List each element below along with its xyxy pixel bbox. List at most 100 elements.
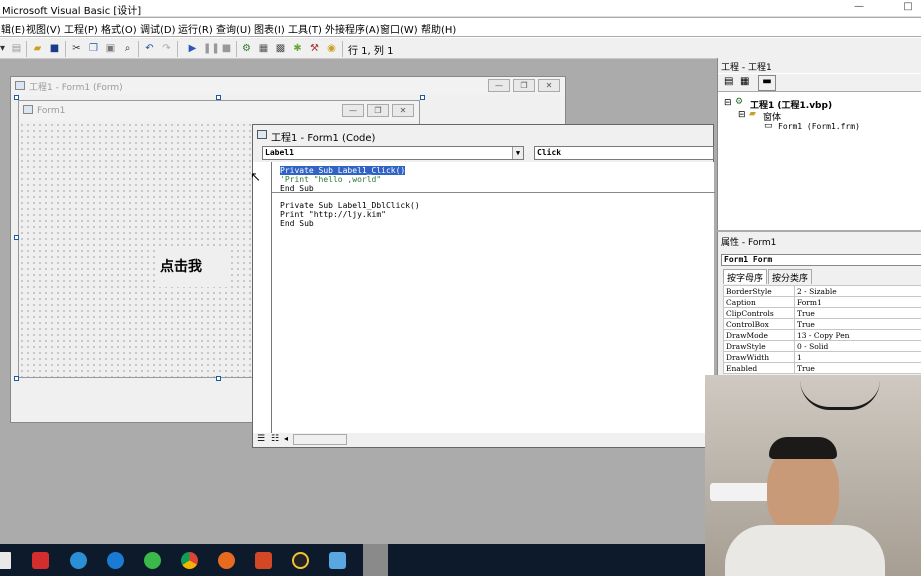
edge-icon[interactable]: [107, 552, 124, 569]
resize-handle[interactable]: [216, 95, 221, 100]
code-line[interactable]: Print "http://ljy.kim": [280, 210, 386, 219]
code-gutter: ↖: [250, 162, 271, 433]
code-editor[interactable]: Private Sub Label1_Click() 'Print "hello…: [271, 162, 715, 433]
resize-handle[interactable]: [14, 376, 19, 381]
menu-run[interactable]: 运行(R): [178, 21, 213, 36]
toggle-folders-icon[interactable]: ▬: [758, 75, 776, 91]
menu-diagram[interactable]: 图表(I): [254, 21, 285, 36]
youdao-icon[interactable]: [32, 552, 49, 569]
chevron-down-icon[interactable]: ▼: [512, 147, 523, 159]
property-value[interactable]: 13 - Copy Pen: [794, 329, 921, 341]
maximize-button[interactable]: □: [897, 0, 919, 16]
dropdown-arrow-icon[interactable]: ▾: [0, 42, 9, 55]
property-row[interactable]: DrawWidth 1: [723, 351, 921, 363]
menu-project[interactable]: 工程(P): [64, 21, 98, 36]
property-row[interactable]: DrawStyle 0 - Solid: [723, 340, 921, 352]
project-explorer-icon[interactable]: ⚙: [240, 42, 253, 55]
redo-icon[interactable]: ↷: [160, 42, 173, 55]
tree-collapse-icon[interactable]: ⊟: [724, 98, 732, 108]
property-value[interactable]: True: [794, 318, 921, 330]
break-icon[interactable]: ❚❚: [203, 42, 220, 55]
property-row[interactable]: ControlBox True: [723, 318, 921, 330]
code-line[interactable]: End Sub: [280, 219, 314, 228]
code-line[interactable]: Private Sub Label1_Click(): [280, 166, 406, 175]
paste-icon[interactable]: ▣: [104, 42, 117, 55]
object-combo[interactable]: Label1 ▼: [262, 146, 524, 160]
open-folder-icon[interactable]: ▰: [31, 42, 44, 55]
tab-alphabetic[interactable]: 按字母序: [723, 269, 768, 284]
file-explorer-icon[interactable]: [0, 552, 11, 569]
properties-window-icon[interactable]: ▦: [257, 42, 270, 55]
property-value[interactable]: 2 - Sizable: [794, 285, 921, 297]
chrome-icon[interactable]: [181, 552, 198, 569]
property-value[interactable]: True: [794, 362, 921, 374]
minimize-button[interactable]: —: [848, 0, 870, 16]
scroll-left-icon[interactable]: ◂: [284, 434, 288, 443]
menu-help[interactable]: 帮助(H): [421, 21, 456, 36]
resize-handle[interactable]: [14, 95, 19, 100]
procedure-combo-value: Click: [537, 148, 562, 157]
property-row[interactable]: ClipControls True: [723, 307, 921, 319]
property-value[interactable]: 0 - Solid: [794, 340, 921, 352]
menu-format[interactable]: 格式(O): [101, 21, 137, 36]
restore-button: ❐: [367, 104, 389, 117]
end-icon[interactable]: ■: [220, 42, 233, 55]
object-browser-icon[interactable]: ✱: [291, 42, 304, 55]
toolbox-icon[interactable]: ⚒: [308, 42, 321, 55]
property-value[interactable]: 1: [794, 351, 921, 363]
qq-icon[interactable]: [292, 552, 309, 569]
code-line-comment[interactable]: 'Print "hello ,world": [280, 175, 381, 184]
label1-control[interactable]: 点击我: [155, 247, 231, 287]
vb-icon[interactable]: [363, 544, 388, 576]
procedure-combo[interactable]: Click: [534, 146, 714, 160]
find-icon[interactable]: ⌕: [121, 42, 134, 55]
tree-collapse-icon[interactable]: ⊟: [738, 110, 746, 120]
full-module-view-icon[interactable]: ☷: [271, 434, 279, 444]
menu-editor-icon[interactable]: ▤: [10, 42, 23, 55]
property-row[interactable]: Enabled True: [723, 362, 921, 374]
menu-window[interactable]: 窗口(W): [380, 21, 418, 36]
view-object-icon[interactable]: ▦: [740, 76, 749, 87]
property-value[interactable]: True: [794, 307, 921, 319]
property-row[interactable]: Caption Form1: [723, 296, 921, 308]
360-icon[interactable]: [144, 552, 161, 569]
code-icon: [257, 130, 267, 139]
resize-handle[interactable]: [14, 235, 19, 240]
code-line[interactable]: Private Sub Label1_DblClick(): [280, 201, 420, 210]
menu-addins[interactable]: 外接程序(A): [325, 21, 380, 36]
procedure-view-icon[interactable]: ☰: [257, 434, 265, 444]
undo-icon[interactable]: ↶: [143, 42, 156, 55]
menu-view[interactable]: 视图(V): [26, 21, 61, 36]
code-window[interactable]: 工程1 - Form1 (Code) Label1 ▼ Click ↖ Priv…: [250, 124, 715, 448]
menu-tools[interactable]: 工具(T): [288, 21, 322, 36]
property-row[interactable]: BorderStyle 2 - Sizable: [723, 285, 921, 297]
minimize-button[interactable]: —: [488, 79, 510, 92]
menu-query[interactable]: 查询(U): [216, 21, 251, 36]
remote-desktop-icon[interactable]: [329, 552, 346, 569]
start-icon[interactable]: ▶: [186, 42, 199, 55]
person-hair: [769, 437, 837, 459]
horizontal-scrollbar[interactable]: [293, 434, 347, 445]
form-layout-icon[interactable]: ▩: [274, 42, 287, 55]
tab-categorized[interactable]: 按分类序: [768, 269, 813, 284]
properties-object-combo[interactable]: Form1 Form: [721, 254, 921, 266]
firefox-icon[interactable]: [218, 552, 235, 569]
resize-handle[interactable]: [216, 376, 221, 381]
restore-button[interactable]: ❐: [513, 79, 535, 92]
powerpoint-icon[interactable]: [255, 552, 272, 569]
data-view-icon[interactable]: ◉: [325, 42, 338, 55]
cut-icon[interactable]: ✂: [70, 42, 83, 55]
property-value[interactable]: Form1: [794, 296, 921, 308]
close-button[interactable]: ✕: [538, 79, 560, 92]
form-file[interactable]: Form1 (Form1.frm): [778, 122, 860, 131]
resize-handle[interactable]: [420, 95, 425, 100]
property-row[interactable]: DrawMode 13 - Copy Pen: [723, 329, 921, 341]
ie-icon[interactable]: [70, 552, 87, 569]
menu-debug[interactable]: 调试(D): [140, 21, 176, 36]
save-icon[interactable]: ■: [48, 42, 61, 55]
copy-icon[interactable]: ❐: [87, 42, 100, 55]
form-designer-titlebar[interactable]: 工程1 - Form1 (Form) — ❐ ✕: [11, 77, 565, 95]
menu-edit[interactable]: 辑(E): [1, 21, 25, 36]
code-window-titlebar[interactable]: 工程1 - Form1 (Code): [253, 125, 713, 145]
view-code-icon[interactable]: ▤: [724, 76, 733, 87]
